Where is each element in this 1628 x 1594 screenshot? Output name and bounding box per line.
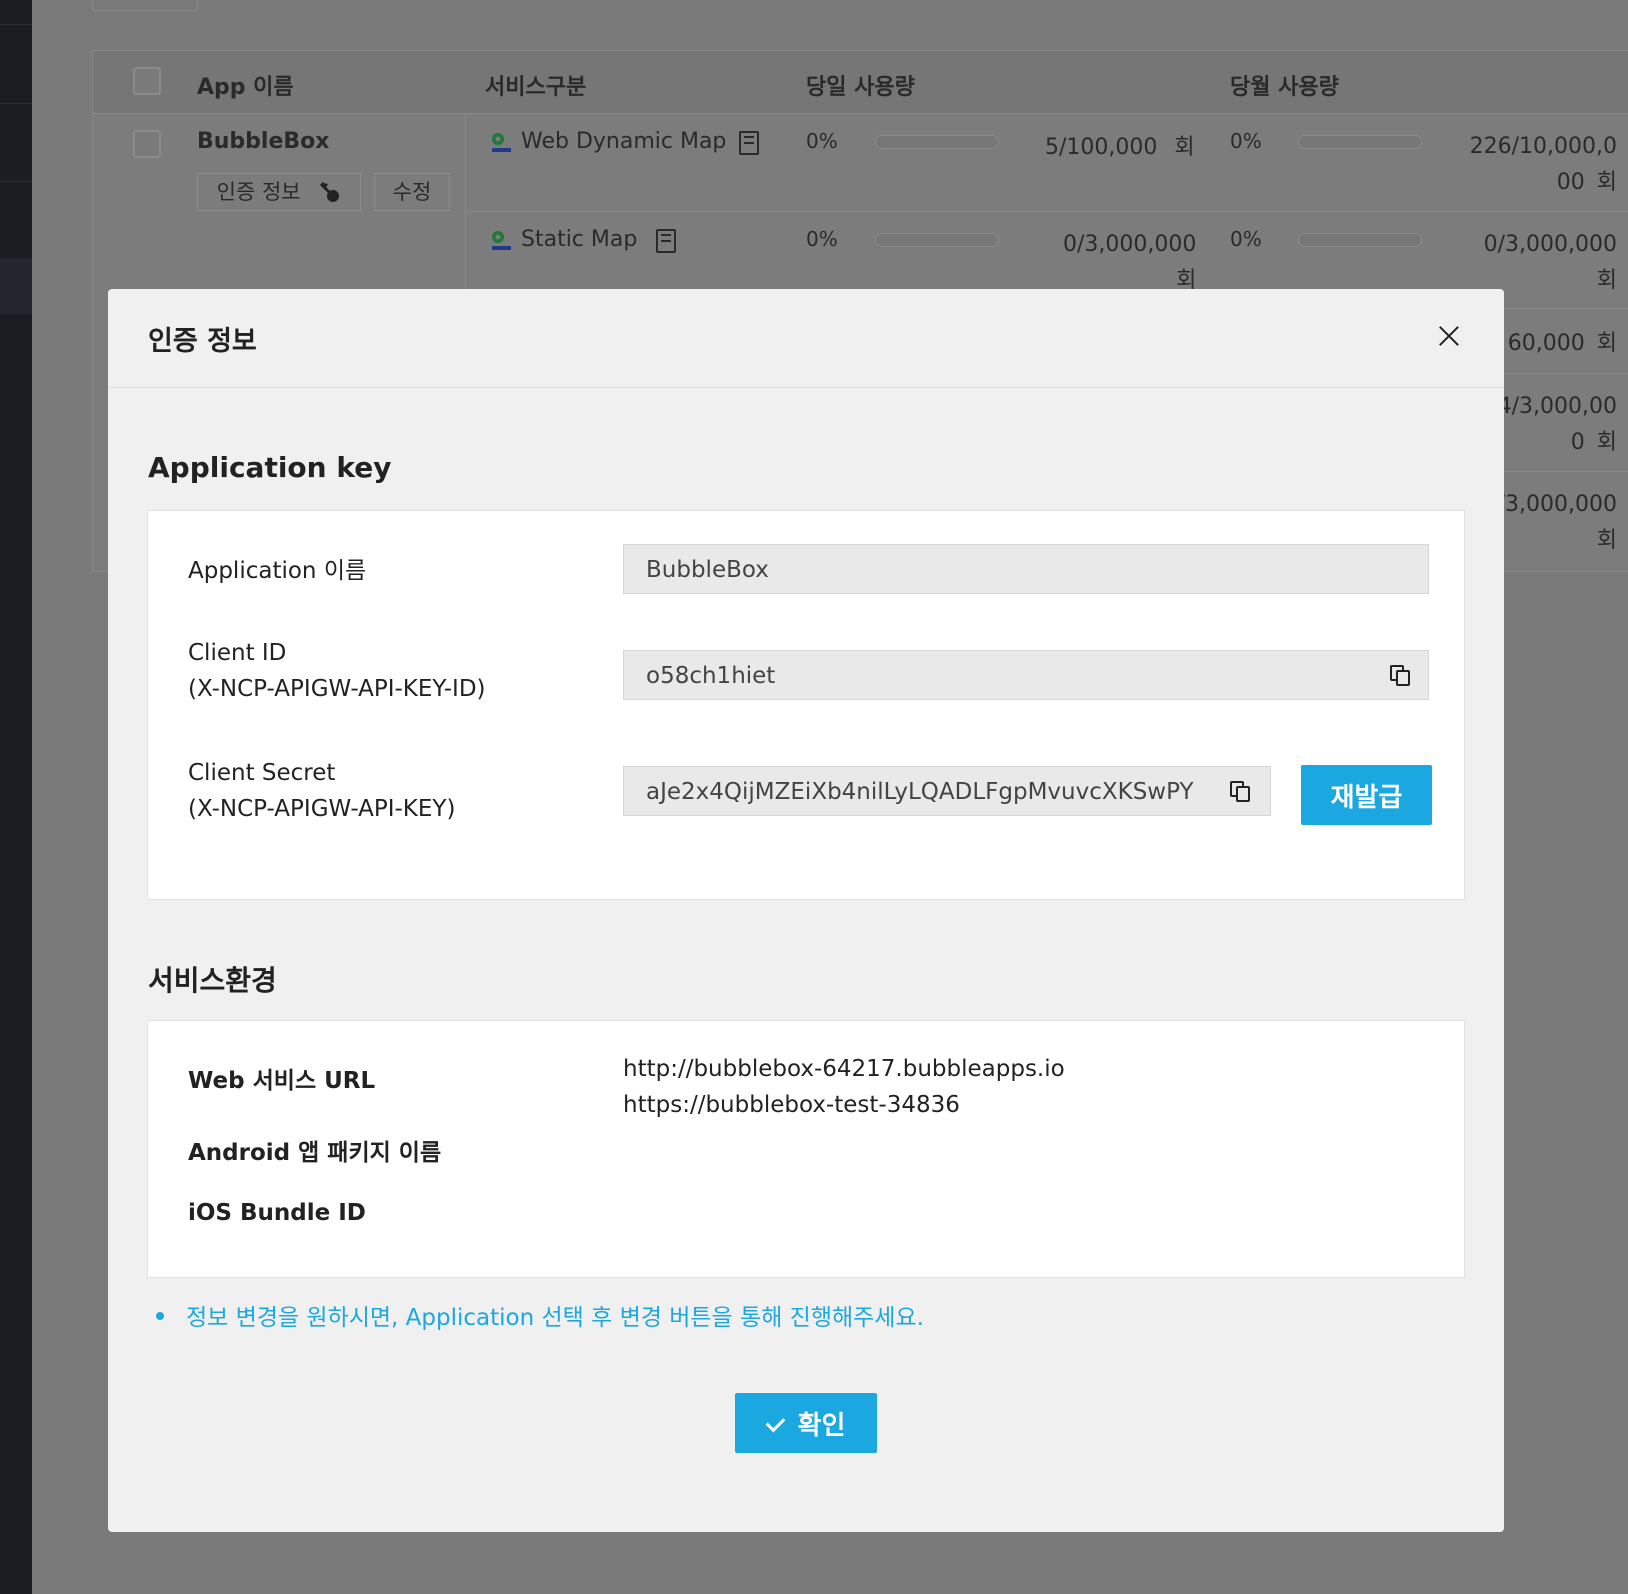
monthly-count-line1: 226/10,000,0	[1469, 134, 1617, 159]
select-all-checkbox[interactable]	[133, 67, 161, 95]
client-secret-label: Client Secret (X-NCP-APIGW-API-KEY)	[188, 755, 455, 827]
daily-progress-bar	[875, 135, 999, 149]
auth-info-button[interactable]: 인증 정보	[197, 173, 361, 211]
monthly-progress-bar	[1298, 135, 1422, 149]
partial-unit: 회	[1596, 430, 1617, 455]
client-secret-label-line1: Client Secret	[188, 760, 336, 786]
copy-icon[interactable]	[1228, 779, 1252, 803]
app-name: BubbleBox	[197, 129, 330, 154]
partial-unit: 회	[1596, 528, 1617, 553]
copy-icon[interactable]	[1388, 663, 1412, 687]
daily-count-value: 0/3,000,000	[1063, 232, 1197, 257]
web-url-2: https://bubblebox-test-34836	[623, 1092, 960, 1118]
app-name-label: Application 이름	[188, 558, 367, 584]
client-id-label-line1: Client ID	[188, 640, 287, 666]
bullet-icon	[156, 1311, 164, 1320]
change-notice: 정보 변경을 원하시면, Application 선택 후 변경 버튼을 통해 …	[156, 1298, 924, 1332]
monthly-percent: 0%	[1230, 227, 1262, 251]
daily-percent: 0%	[806, 227, 838, 251]
daily-count: 5/100,000 회	[1045, 129, 1195, 161]
partial-count: /3,000,000	[1497, 492, 1617, 517]
monthly-count-partial: 60,000 회	[1508, 325, 1617, 357]
reissue-button[interactable]: 재발급	[1301, 765, 1432, 825]
table-header: App 이름 서비스구분 당일 사용량 당월 사용량	[93, 51, 1628, 114]
service-name: Web Dynamic Map	[521, 129, 727, 154]
service-environment-panel: Web 서비스 URL http://bubblebox-64217.bubbl…	[147, 1020, 1465, 1278]
client-id-field: o58ch1hiet	[623, 650, 1429, 700]
partial-count: 60,000	[1507, 331, 1585, 356]
key-icon	[320, 181, 340, 202]
auth-info-modal: 인증 정보 Application key Application 이름 Bub…	[108, 289, 1504, 1532]
row-divider	[1503, 373, 1628, 374]
sidebar-divider	[0, 24, 32, 25]
auth-info-label: 인증 정보	[216, 180, 301, 204]
monthly-count-unit: 회	[1596, 170, 1617, 195]
map-marker-icon	[492, 133, 511, 152]
service-name: Static Map	[521, 227, 638, 252]
modal-header: 인증 정보	[108, 289, 1504, 388]
notice-text: 정보 변경을 원하시면, Application 선택 후 변경 버튼을 통해 …	[186, 1305, 924, 1331]
monthly-count-line2: 00	[1556, 170, 1585, 195]
section-title-application-key: Application key	[148, 451, 392, 484]
client-id-label: Client ID (X-NCP-APIGW-API-KEY-ID)	[188, 635, 486, 707]
client-secret-field: aJe2x4QijMZEiXb4nilLyLQADLFgpMvuvcXKSwPY	[623, 766, 1271, 816]
monthly-percent: 0%	[1230, 129, 1262, 153]
row-divider	[1503, 308, 1628, 309]
android-package-label: Android 앱 패키지 이름	[188, 1140, 442, 1166]
header-app-name: App 이름	[197, 75, 294, 100]
app-name-field: BubbleBox	[623, 544, 1429, 594]
modal-title: 인증 정보	[148, 326, 257, 357]
section-title-service-environment: 서비스환경	[148, 964, 277, 997]
header-service-type: 서비스구분	[485, 75, 587, 100]
monthly-progress-bar	[1298, 233, 1422, 247]
daily-count-value: 5/100,000	[1045, 135, 1158, 160]
monthly-count-partial: 4/3,000,00 0회	[1498, 389, 1617, 461]
client-secret-label-line2: (X-NCP-APIGW-API-KEY)	[188, 796, 456, 822]
monthly-count-line1: 0/3,000,000	[1483, 232, 1617, 257]
sidebar-divider	[0, 103, 32, 104]
partial-count-line2: 0	[1570, 430, 1585, 455]
header-monthly-usage: 당월 사용량	[1230, 75, 1339, 100]
confirm-button[interactable]: 확인	[735, 1393, 877, 1453]
daily-count-unit: 회	[1174, 135, 1195, 160]
header-daily-usage: 당일 사용량	[806, 75, 915, 100]
daily-progress-bar	[875, 233, 999, 247]
map-marker-icon	[492, 231, 511, 250]
background-button-stub	[92, 0, 198, 11]
edit-button[interactable]: 수정	[374, 173, 450, 211]
document-icon[interactable]	[656, 229, 676, 253]
document-icon[interactable]	[739, 131, 759, 155]
row-divider	[1503, 471, 1628, 472]
client-id-label-line2: (X-NCP-APIGW-API-KEY-ID)	[188, 676, 486, 702]
web-url-1: http://bubblebox-64217.bubbleapps.io	[623, 1056, 1065, 1082]
client-secret-value: aJe2x4QijMZEiXb4nilLyLQADLFgpMvuvcXKSwPY	[646, 779, 1194, 805]
daily-percent: 0%	[806, 129, 838, 153]
row-divider	[465, 211, 1628, 212]
application-key-panel: Application 이름 BubbleBox Client ID (X-NC…	[147, 510, 1465, 900]
confirm-label: 확인	[797, 1409, 846, 1440]
partial-count: 4/3,000,00	[1497, 394, 1617, 419]
web-url-label: Web 서비스 URL	[188, 1068, 376, 1094]
row-checkbox[interactable]	[133, 130, 161, 158]
check-icon	[765, 1412, 785, 1432]
sidebar-active-item[interactable]	[0, 258, 32, 314]
left-sidebar	[0, 0, 32, 1594]
ios-bundle-label: iOS Bundle ID	[188, 1200, 366, 1226]
sidebar-divider	[0, 181, 32, 182]
close-icon[interactable]	[1434, 321, 1464, 351]
monthly-count-partial: /3,000,000 회	[1498, 487, 1617, 559]
client-id-value: o58ch1hiet	[646, 663, 776, 689]
monthly-count: 226/10,000,0 00 회	[1470, 129, 1617, 201]
partial-unit: 회	[1596, 331, 1617, 356]
